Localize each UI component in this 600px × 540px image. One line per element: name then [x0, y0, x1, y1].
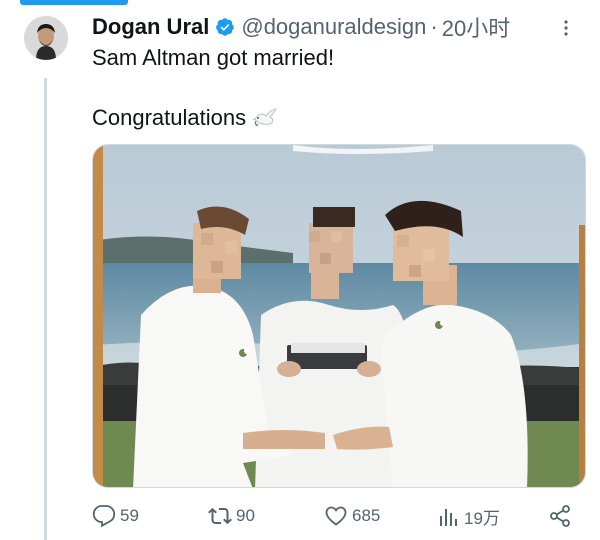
- tweet-media-photo[interactable]: [92, 144, 586, 488]
- views-button[interactable]: 19万: [436, 504, 500, 529]
- heart-icon: [325, 506, 347, 526]
- retweet-button[interactable]: 90: [208, 504, 255, 528]
- reply-icon: [92, 505, 116, 528]
- avatar-photo: [24, 16, 68, 60]
- retweet-count: 90: [236, 506, 255, 525]
- dove-emoji-icon: [252, 108, 278, 127]
- author-display-name[interactable]: Dogan Ural: [92, 14, 209, 40]
- like-button[interactable]: 685: [324, 504, 380, 528]
- tweet-action-bar: 59 90 685 19万: [92, 500, 586, 536]
- verified-badge-icon: [216, 18, 235, 36]
- tab-underline-indicator: [20, 0, 128, 5]
- author-handle[interactable]: @doganuraldesign: [241, 14, 426, 40]
- separator-dot: ·: [430, 14, 438, 39]
- avatar[interactable]: [24, 16, 68, 60]
- more-options-icon[interactable]: [556, 18, 576, 38]
- reply-button[interactable]: 59: [92, 504, 139, 528]
- tweet-line-1: Sam Altman got married!: [92, 45, 335, 70]
- analytics-bar-icon: [440, 508, 457, 526]
- share-button[interactable]: [548, 504, 576, 528]
- retweet-icon: [208, 507, 232, 525]
- like-count: 685: [352, 506, 381, 525]
- tweet-line-2: Congratulations: [92, 105, 247, 130]
- view-count: 19万: [464, 509, 500, 528]
- share-icon: [550, 505, 570, 527]
- timestamp[interactable]: 20小时: [442, 11, 510, 43]
- tweet-header: Dogan Ural @doganuraldesign · 20小时: [92, 12, 576, 42]
- tweet-text: Sam Altman got married! Congratulations: [92, 44, 576, 132]
- thread-connector-line: [44, 78, 47, 540]
- reply-count: 59: [120, 506, 139, 525]
- wedding-photo: [93, 145, 585, 487]
